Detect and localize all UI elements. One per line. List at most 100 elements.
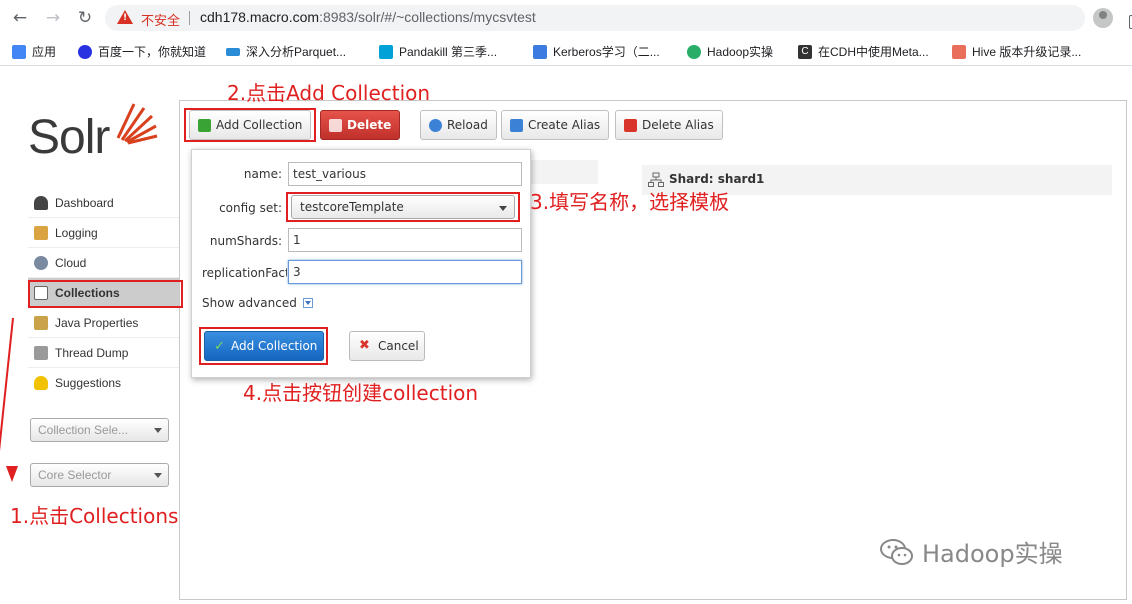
warning-icon[interactable] <box>117 10 133 24</box>
thread-dump-icon <box>34 346 48 360</box>
bookmark-item[interactable]: Pandakill 第三季... <box>379 43 497 60</box>
delete-alias-button[interactable]: Delete Alias <box>615 110 723 140</box>
chevron-down-icon <box>154 473 162 478</box>
cloud-icon <box>34 256 48 270</box>
back-arrow-icon[interactable]: ← <box>10 8 30 28</box>
sidebar-item-label: Dashboard <box>55 196 114 210</box>
annotation-step4: 4.点击按钮创建collection <box>243 381 479 405</box>
apps-grid-icon <box>12 44 26 59</box>
show-advanced-toggle[interactable]: Show advanced <box>202 296 313 310</box>
bookmark-item[interactable]: 应用 <box>12 43 56 60</box>
browser-toolbar: ← → ↻ 不安全 cdh178.macro.com:8983/solr/#/~… <box>0 0 1132 36</box>
sidebar-item-java-properties[interactable]: Java Properties <box>28 308 180 338</box>
bookmark-label: Pandakill 第三季... <box>399 45 498 59</box>
expand-icon <box>302 297 313 308</box>
core-selector[interactable]: Core Selector <box>30 463 169 487</box>
wechat-icon <box>880 538 913 565</box>
address-bar[interactable]: 不安全 cdh178.macro.com:8983/solr/#/~collec… <box>105 5 1132 31</box>
sidebar-item-label: Suggestions <box>55 376 122 390</box>
annotation-step2: 2.点击Add Collection <box>227 81 431 105</box>
url-path: :8983/solr/#/~collections/mycsvtest <box>319 9 536 25</box>
watermark: Hadoop实操 <box>880 534 1063 569</box>
create-alias-button[interactable]: Create Alias <box>501 110 610 140</box>
profile-avatar-icon[interactable] <box>1093 8 1113 28</box>
reload-icon[interactable]: ↻ <box>75 8 95 28</box>
reload-label: Reload <box>447 118 488 132</box>
bookmark-item[interactable]: Hadoop实操 <box>687 43 773 60</box>
delete-label: Delete <box>347 118 392 132</box>
core-selector-text: Core Selector <box>38 468 112 482</box>
bookmark-item[interactable]: 深入分析Parquet... <box>226 43 346 60</box>
cancel-button[interactable]: ✖ Cancel <box>349 331 425 361</box>
infoq-icon <box>226 47 240 56</box>
bilibili-tv-icon <box>379 44 393 59</box>
cancel-label: Cancel <box>378 339 419 353</box>
watermark-text: Hadoop实操 <box>922 540 1063 568</box>
chevron-down-icon <box>154 428 162 433</box>
sidebar-item-label: Logging <box>55 226 98 240</box>
highlight-config-set <box>286 192 520 222</box>
sidebar-item-dashboard[interactable]: Dashboard <box>28 188 180 218</box>
bookmark-item[interactable]: C 在CDH中使用Meta... <box>798 43 929 60</box>
bookmark-item[interactable]: Hive 版本升级记录... <box>952 43 1081 60</box>
shard-label: Shard: shard1 <box>669 172 765 186</box>
replication-factor-label: replicationFact <box>202 266 287 280</box>
bookmark-label: Hive 版本升级记录... <box>972 45 1082 59</box>
security-label[interactable]: 不安全 <box>141 10 180 29</box>
annotation-step3: 3.填写名称，选择模板 <box>530 190 730 214</box>
url-text[interactable]: cdh178.macro.com:8983/solr/#/~collection… <box>200 9 536 25</box>
collection-selector[interactable]: Collection Sele... <box>30 418 169 442</box>
bookmark-item[interactable]: 百度一下，你就知道 <box>78 43 206 60</box>
bookmark-label: Hadoop实操 <box>707 45 774 59</box>
dashboard-icon <box>34 196 48 210</box>
create-alias-label: Create Alias <box>528 118 601 132</box>
bookmark-label: 在CDH中使用Meta... <box>818 45 929 59</box>
reload-button[interactable]: Reload <box>420 110 497 140</box>
annotation-step1: 1.点击Collections <box>10 504 179 528</box>
create-alias-icon <box>510 119 523 132</box>
close-icon: ✖ <box>359 338 370 353</box>
bookmark-label: 深入分析Parquet... <box>246 45 347 59</box>
reload-icon <box>429 119 442 132</box>
address-separator <box>189 11 190 25</box>
bookmark-item[interactable]: Kerberos学习（二... <box>533 43 660 60</box>
sidebar-item-label: Java Properties <box>55 316 139 330</box>
c-logo-icon: C <box>798 44 812 59</box>
numshards-label: numShards: <box>209 234 282 248</box>
bookmark-label: 百度一下，你就知道 <box>98 45 207 59</box>
jianshu-icon <box>952 44 966 59</box>
sidebar-item-suggestions[interactable]: Suggestions <box>28 368 180 398</box>
solr-logo[interactable]: Solr <box>28 98 168 168</box>
numshards-field[interactable]: 1 <box>288 228 522 252</box>
name-field[interactable]: test_various <box>288 162 522 186</box>
logo-text: Solr <box>28 111 110 164</box>
lightbulb-icon <box>34 376 48 390</box>
forward-arrow-icon[interactable]: → <box>43 8 63 28</box>
name-label: name: <box>243 167 282 181</box>
annotation-arrow-head <box>6 466 18 482</box>
config-set-label: config set: <box>219 201 282 215</box>
sidebar-item-label: Thread Dump <box>55 346 129 360</box>
solr-sun-icon <box>116 103 158 145</box>
bookmarks-bar: 应用 百度一下，你就知道 深入分析Parquet... Pandakill 第三… <box>0 36 1132 66</box>
feather-icon <box>533 44 547 59</box>
collection-selector-text: Collection Sele... <box>38 423 129 437</box>
sidebar-item-label: Cloud <box>55 256 87 270</box>
annotation-arrow-line <box>0 317 14 468</box>
sidebar-item-cloud[interactable]: Cloud <box>28 248 180 278</box>
wechat-icon <box>687 44 701 59</box>
replication-factor-field[interactable]: 3 <box>288 260 522 284</box>
panel-header-strip <box>520 160 598 184</box>
show-advanced-label: Show advanced <box>202 296 297 310</box>
sidebar-item-logging[interactable]: Logging <box>28 218 180 248</box>
delete-button[interactable]: Delete <box>320 110 401 140</box>
java-icon <box>34 316 48 330</box>
delete-alias-icon <box>624 119 637 132</box>
sidebar-item-thread-dump[interactable]: Thread Dump <box>28 338 180 368</box>
bookmark-label: 应用 <box>32 45 57 59</box>
highlight-collections <box>28 280 183 308</box>
baidu-paw-icon <box>78 44 92 59</box>
bookmark-label: Kerberos学习（二... <box>553 45 660 59</box>
highlight-submit <box>199 327 328 365</box>
delete-alias-label: Delete Alias <box>642 118 714 132</box>
